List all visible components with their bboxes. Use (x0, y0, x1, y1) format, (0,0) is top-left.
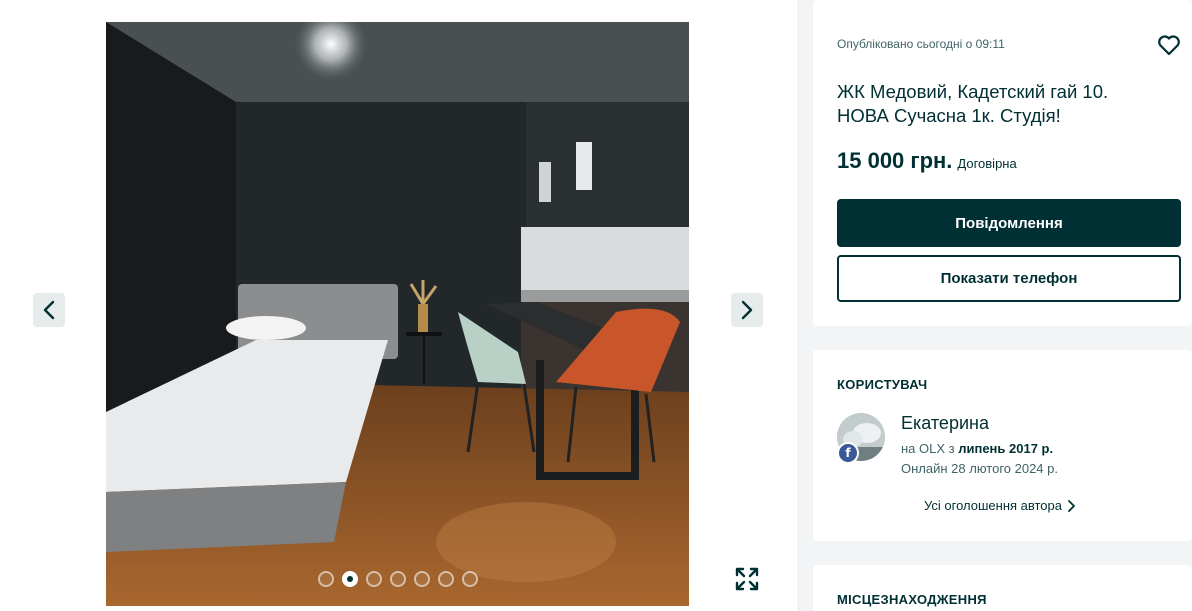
user-name[interactable]: Екатерина (901, 413, 989, 434)
user-card: КОРИСТУВАЧ f Екатерина на OLX з липень 2… (813, 350, 1192, 541)
user-section-title: КОРИСТУВАЧ (837, 377, 928, 392)
price-row: 15 000 грн. Договірна (837, 148, 1017, 174)
all-author-ads-link[interactable]: Усі оголошення автора (924, 498, 1076, 513)
gallery-dot-4[interactable] (390, 571, 406, 587)
heart-icon (1158, 35, 1180, 56)
listing-title: ЖК Медовий, Кадетский гай 10. НОВА Сучас… (837, 81, 1109, 126)
expand-icon (735, 567, 759, 591)
message-button[interactable]: Повідомлення (837, 199, 1181, 247)
user-last-online: Онлайн 28 лютого 2024 р. (901, 461, 1058, 476)
location-section-title: МІСЦЕЗНАХОДЖЕННЯ (837, 592, 987, 607)
fullscreen-button[interactable] (731, 563, 763, 595)
user-since-prefix: на OLX з (901, 441, 959, 456)
room-photo-illustration (106, 22, 689, 606)
location-card: МІСЦЕЗНАХОДЖЕННЯ (813, 565, 1192, 611)
favorite-button[interactable] (1156, 32, 1182, 58)
chevron-left-icon (43, 300, 55, 320)
gallery-dot-3[interactable] (366, 571, 382, 587)
show-phone-button[interactable]: Показати телефон (837, 255, 1181, 302)
negotiable-label: Договірна (957, 156, 1017, 171)
user-since-date: липень 2017 р. (958, 441, 1054, 456)
chevron-right-icon (741, 300, 753, 320)
chevron-right-icon (1068, 499, 1075, 512)
gallery-prev-button[interactable] (33, 293, 65, 327)
gallery-dot-6[interactable] (438, 571, 454, 587)
facebook-icon: f (837, 442, 859, 464)
published-time: Опубліковано сьогодні о 09:11 (837, 37, 1005, 51)
gallery-next-button[interactable] (731, 293, 763, 327)
listing-photo[interactable] (106, 22, 689, 606)
photo-gallery (0, 0, 797, 611)
listing-info-card: Опубліковано сьогодні о 09:11 ЖК Медовий… (813, 0, 1192, 326)
user-since: на OLX з липень 2017 р. (901, 441, 1053, 456)
gallery-pagination (318, 571, 478, 587)
gallery-dot-7[interactable] (462, 571, 478, 587)
gallery-dot-5[interactable] (414, 571, 430, 587)
gallery-dot-1[interactable] (318, 571, 334, 587)
all-author-ads-label: Усі оголошення автора (924, 498, 1062, 513)
price: 15 000 грн. (837, 148, 953, 173)
gallery-dot-2[interactable] (342, 571, 358, 587)
